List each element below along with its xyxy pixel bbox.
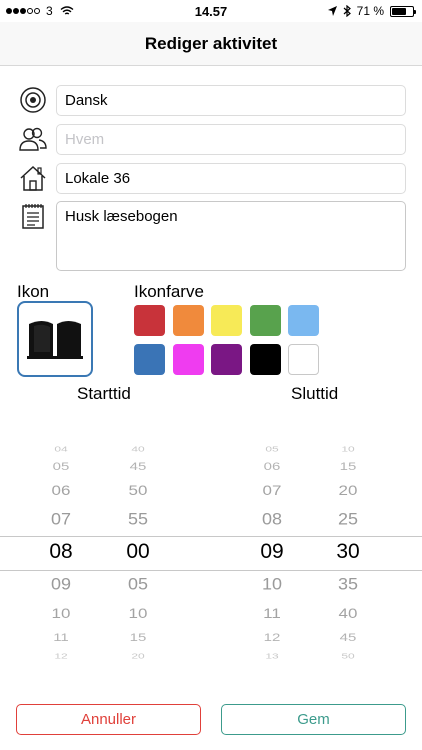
- note-textarea[interactable]: Husk læsebogen: [56, 201, 406, 271]
- end-time-label: Sluttid: [291, 384, 339, 403]
- color-swatch-blue[interactable]: [134, 344, 165, 375]
- start-hour-option[interactable]: 10: [36, 606, 86, 622]
- color-swatch-orange[interactable]: [172, 305, 204, 336]
- end-minute-option[interactable]: 10: [323, 444, 373, 453]
- picker-selection-top-line: [0, 536, 422, 537]
- start-time-label: Starttid: [77, 384, 131, 403]
- book-icon: [27, 321, 83, 359]
- color-swatch-red[interactable]: [134, 305, 165, 336]
- start-minute-option[interactable]: 40: [113, 444, 163, 453]
- color-swatch-purple[interactable]: [211, 344, 242, 375]
- color-section-label: Ikonfarve: [134, 282, 204, 301]
- target-icon: [18, 85, 48, 115]
- start-hour-option[interactable]: 06: [36, 483, 86, 499]
- end-hour-option[interactable]: 08: [247, 510, 297, 529]
- start-hour-option[interactable]: 07: [36, 510, 86, 529]
- end-minute-option[interactable]: 50: [323, 651, 373, 660]
- end-minute-option[interactable]: 15: [323, 460, 373, 472]
- subject-input[interactable]: [56, 85, 406, 116]
- who-input[interactable]: [56, 124, 406, 155]
- status-right: 71 %: [327, 4, 416, 18]
- end-hour-option[interactable]: 05: [247, 444, 297, 453]
- room-input[interactable]: [56, 163, 406, 194]
- start-minute-option[interactable]: 05: [113, 575, 163, 594]
- house-icon: [18, 163, 48, 193]
- picker-selection-bottom-line: [0, 570, 422, 571]
- color-swatch-light-blue[interactable]: [288, 305, 319, 336]
- end-hour-option[interactable]: 07: [247, 483, 297, 499]
- start-hour-option[interactable]: 04: [36, 444, 86, 453]
- start-minute-option[interactable]: 50: [113, 483, 163, 499]
- start-hour-option[interactable]: 11: [36, 631, 86, 643]
- color-swatch-yellow[interactable]: [211, 305, 242, 336]
- bluetooth-icon: [343, 5, 351, 17]
- start-minute-option[interactable]: 00: [113, 540, 163, 564]
- page-title: Rediger aktivitet: [144, 34, 278, 53]
- navigation-bar: Rediger aktivitet: [0, 22, 422, 66]
- start-minute-option[interactable]: 55: [113, 510, 163, 529]
- color-swatch-magenta[interactable]: [172, 344, 204, 375]
- status-bar: 3 14.57 71 %: [0, 0, 422, 22]
- end-hour-option[interactable]: 11: [247, 606, 297, 622]
- end-hour-option[interactable]: 09: [247, 540, 297, 564]
- start-hour-option[interactable]: 12: [36, 651, 86, 660]
- cancel-button[interactable]: Annuller: [16, 704, 201, 735]
- start-hour-option[interactable]: 09: [36, 575, 86, 594]
- start-minute-option[interactable]: 45: [113, 460, 163, 472]
- color-swatch-white[interactable]: [288, 344, 319, 375]
- end-hour-option[interactable]: 06: [247, 460, 297, 472]
- battery-icon: [390, 5, 416, 17]
- battery-percent: 71 %: [356, 4, 384, 18]
- location-arrow-icon: [327, 6, 337, 16]
- end-hour-option[interactable]: 13: [247, 651, 297, 660]
- end-minute-option[interactable]: 30: [323, 540, 373, 564]
- end-minute-option[interactable]: 20: [323, 483, 373, 499]
- people-icon: [18, 124, 48, 154]
- save-button[interactable]: Gem: [221, 704, 406, 735]
- start-hour-option[interactable]: 08: [36, 540, 86, 564]
- notepad-icon: [18, 201, 48, 231]
- color-swatch-green[interactable]: [249, 305, 281, 336]
- end-hour-option[interactable]: 10: [247, 575, 297, 594]
- icon-picker-button[interactable]: [17, 301, 93, 377]
- start-minute-option[interactable]: 10: [113, 606, 163, 622]
- end-minute-option[interactable]: 45: [323, 631, 373, 643]
- end-minute-option[interactable]: 40: [323, 606, 373, 622]
- end-minute-option[interactable]: 25: [323, 510, 373, 529]
- icon-section-label: Ikon: [17, 282, 50, 301]
- end-minute-option[interactable]: 35: [323, 575, 373, 594]
- color-swatch-black[interactable]: [249, 344, 281, 375]
- start-hour-option[interactable]: 05: [36, 460, 86, 472]
- end-hour-option[interactable]: 12: [247, 631, 297, 643]
- start-minute-option[interactable]: 20: [113, 651, 163, 660]
- start-minute-option[interactable]: 15: [113, 631, 163, 643]
